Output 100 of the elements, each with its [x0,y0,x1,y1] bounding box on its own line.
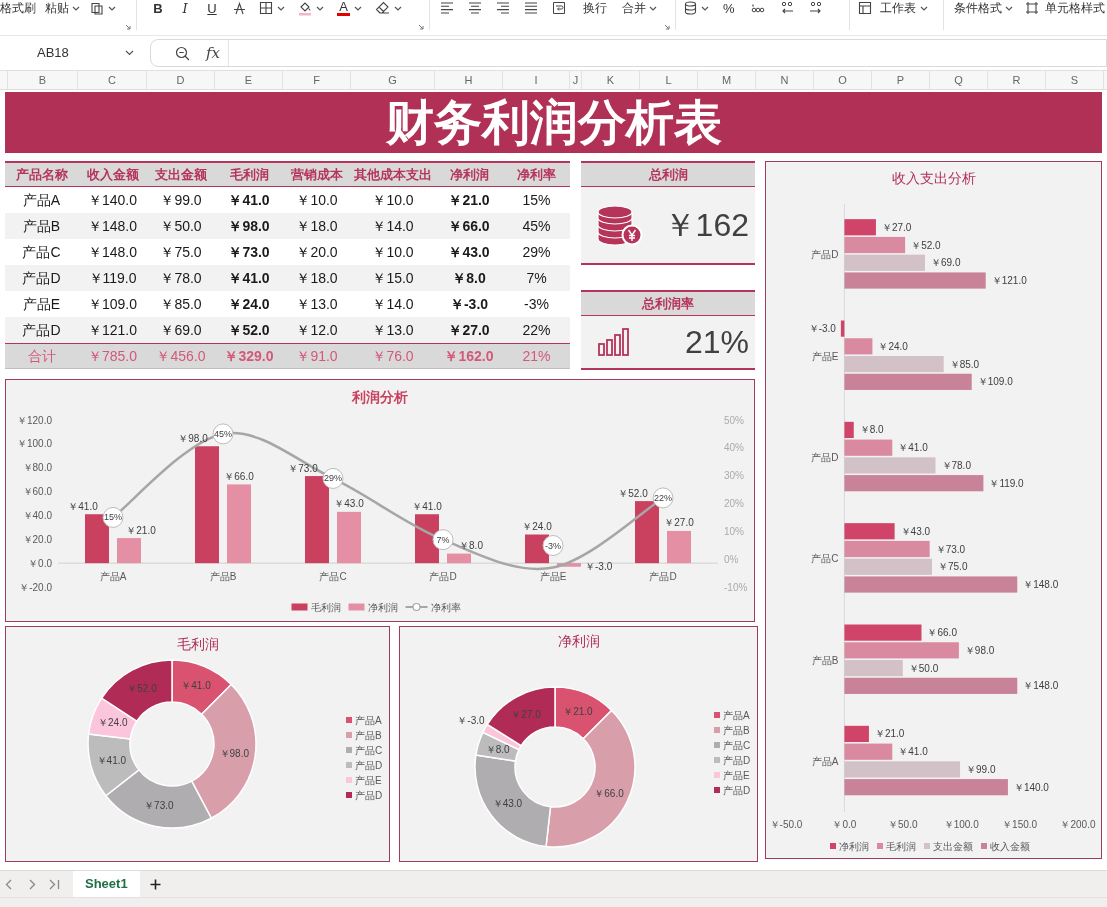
number-format-button[interactable] [684,0,709,16]
column-header[interactable]: Q [930,71,988,89]
table-cell: 产品D [5,317,78,343]
search-button[interactable] [175,45,190,61]
clear-button[interactable] [375,0,402,16]
underline-button[interactable]: U [205,0,219,16]
legend-label: 产品A [723,709,750,721]
chart-title: 净利润 [557,633,600,649]
corner-arrow-icon[interactable] [125,24,131,30]
data-label: ￥41.0 [898,746,928,758]
point-marker [542,535,564,556]
data-label: ￥121.0 [991,275,1027,286]
column-header[interactable]: J [570,71,582,89]
last-sheet-button[interactable] [49,878,61,890]
justify-button[interactable] [524,0,538,16]
bar [635,501,659,564]
data-label: ￥-3.0 [457,715,485,727]
column-header[interactable]: H [435,71,503,89]
bold-button[interactable]: B [151,0,165,16]
legend-label: 产品D [723,754,751,766]
data-label: ￥148.0 [1023,579,1059,590]
align-center-button[interactable] [468,0,482,16]
wrap-text-button[interactable]: 换行 [583,0,607,16]
corner-arrow-icon[interactable] [664,24,670,30]
borders-button[interactable] [259,0,285,16]
data-label: ￥27.0 [511,709,541,720]
caret-icon [108,5,116,11]
column-header[interactable]: R [988,71,1046,89]
align-right-button[interactable] [496,0,510,16]
column-header[interactable]: G [351,71,435,89]
legend-label: 净利润 [839,840,869,852]
column-header[interactable]: E [215,71,283,89]
format-painter-button[interactable]: 格式刷 [0,0,36,16]
data-label: ￥52.0 [618,487,648,499]
column-header[interactable]: F [283,71,351,89]
decimal-increase-icon [779,1,794,15]
data-label: ￥8.0 [485,743,510,755]
paste-button[interactable]: 粘贴 [45,0,80,16]
table-cell: 产品D [5,265,78,291]
legend-label: 净利率 [430,601,461,613]
kpi-title: 总利润 [581,161,755,187]
column-header[interactable]: N [756,71,814,89]
sheet-tab[interactable]: Sheet1 [73,870,140,898]
table-cell: ￥12.0 [283,317,351,343]
legend-label: 产品D [723,784,751,796]
column-header[interactable]: K [582,71,640,89]
cell-style-button[interactable]: 单元格样式 [1025,0,1105,16]
axis-label: ￥120.0 [16,414,52,426]
column-header[interactable]: M [698,71,756,89]
axis-label: ￥20.0 [22,533,52,545]
table-cell: ￥69.0 [147,317,215,343]
axis-label: ￥-20.0 [19,581,52,593]
strikethrough-button[interactable] [232,0,246,16]
total-cell: ￥785.0 [78,343,147,369]
column-header[interactable]: S [1046,71,1104,89]
axis-label: ￥0.0 [832,818,857,830]
data-label: 7% [436,534,450,545]
worksheet-button[interactable]: 工作表 [858,0,928,16]
conditional-format-button[interactable]: 条件格式 [954,0,1013,16]
fill-color-button[interactable] [298,0,324,16]
column-header[interactable]: O [814,71,872,89]
chart-title: 毛利润 [176,636,219,652]
align-left-button[interactable] [440,0,454,16]
percent-button[interactable]: % [723,0,735,16]
chevron-bar-icon [49,878,60,890]
column-header[interactable]: L [640,71,698,89]
italic-button[interactable]: I [178,0,192,16]
wrap-icon-button[interactable] [552,0,566,16]
merge-button[interactable]: 合并 [622,0,657,16]
decrease-decimal-button[interactable] [808,0,823,16]
increase-decimal-button[interactable] [779,0,794,16]
table-cell: ￥52.0 [215,317,283,343]
column-header[interactable]: P [872,71,930,89]
table-cell: 22% [503,317,570,343]
add-sheet-button[interactable] [149,878,162,890]
font-color-button[interactable]: A [337,0,362,16]
function-button[interactable]: fx [206,43,220,63]
axis-label: 产品D [429,570,457,582]
caret-icon [316,5,324,11]
data-label: ￥52.0 [127,683,157,695]
name-box[interactable]: AB18 [0,40,140,66]
justify-icon [524,2,538,14]
table-cell: ￥41.0 [215,265,283,291]
point-marker [432,529,454,551]
kpi-title: 总利润率 [581,290,755,316]
paste-options-button[interactable] [90,0,116,16]
corner-arrow-icon[interactable] [418,24,424,30]
column-header[interactable]: D [147,71,215,89]
table-icon [858,1,872,15]
data-label: ￥50.0 [908,662,939,674]
axis-label: ￥60.0 [22,486,52,498]
caret-icon [920,5,928,11]
legend-label: 净利润 [367,601,398,613]
axis-label: ￥0.0 [28,557,52,569]
data-label: ￥41.0 [96,755,127,767]
column-header[interactable]: C [78,71,147,89]
column-header[interactable]: B [8,71,78,89]
table-cell: ￥13.0 [351,317,435,343]
bar [117,538,141,564]
column-header[interactable]: I [503,71,570,89]
